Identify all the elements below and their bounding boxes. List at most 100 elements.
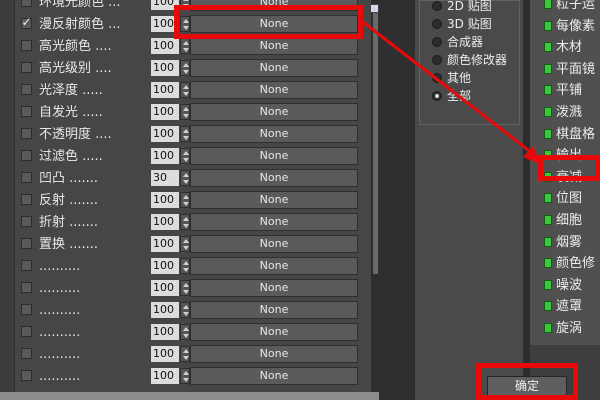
map-amount-field[interactable]: 100 xyxy=(151,302,179,318)
map-enable-checkbox[interactable] xyxy=(21,40,32,51)
amount-spinner[interactable] xyxy=(180,214,190,230)
map-list-item[interactable]: 泼溅 xyxy=(544,104,600,122)
map-list-item[interactable]: 衰减 xyxy=(544,169,600,187)
map-type-icon xyxy=(544,236,552,247)
map-slot-button[interactable]: None xyxy=(190,169,358,187)
amount-spinner[interactable] xyxy=(180,324,190,340)
map-slot-button[interactable]: None xyxy=(190,0,358,11)
map-amount-field[interactable]: 100 xyxy=(151,82,179,98)
map-list-item[interactable]: 颜色修 xyxy=(544,255,600,273)
amount-spinner[interactable] xyxy=(180,0,190,10)
map-slot-button[interactable]: None xyxy=(190,213,358,231)
amount-spinner[interactable] xyxy=(180,170,190,186)
map-slot-button[interactable]: None xyxy=(190,125,358,143)
map-amount-field[interactable]: 100 xyxy=(151,346,179,362)
radio-icon[interactable] xyxy=(432,37,442,47)
map-enable-checkbox[interactable] xyxy=(21,128,32,139)
map-enable-checkbox[interactable] xyxy=(21,370,32,381)
map-amount-field[interactable]: 100 xyxy=(151,16,179,32)
map-list-item[interactable]: 棋盘格 xyxy=(544,126,600,144)
amount-spinner[interactable] xyxy=(180,82,190,98)
ok-button[interactable]: 确定 xyxy=(487,376,567,396)
map-list[interactable]: 粒子运每像素木材平面镜平铺泼溅棋盘格输出衰减位图细胞烟雾颜色修噪波遮罩旋涡 xyxy=(530,0,600,345)
map-enable-checkbox[interactable] xyxy=(21,238,32,249)
radio-icon[interactable] xyxy=(432,73,442,83)
map-slot-button[interactable]: None xyxy=(190,301,358,319)
map-amount-field[interactable]: 100 xyxy=(151,148,179,164)
map-slot-button[interactable]: None xyxy=(190,323,358,341)
map-enable-checkbox[interactable] xyxy=(21,84,32,95)
amount-spinner[interactable] xyxy=(180,126,190,142)
radio-icon[interactable] xyxy=(432,1,442,11)
map-amount-field[interactable]: 100 xyxy=(151,214,179,230)
map-slot-button[interactable]: None xyxy=(190,279,358,297)
map-list-item[interactable]: 每像素 xyxy=(544,18,600,36)
map-amount-field[interactable]: 100 xyxy=(151,324,179,340)
maps-scrollbar-thumb[interactable] xyxy=(373,12,378,274)
amount-spinner[interactable] xyxy=(180,236,190,252)
map-list-item[interactable]: 旋涡 xyxy=(544,320,600,338)
map-amount-field[interactable]: 100 xyxy=(151,280,179,296)
map-amount-field[interactable]: 100 xyxy=(151,0,179,10)
map-enable-checkbox[interactable] xyxy=(21,282,32,293)
map-amount-field[interactable]: 100 xyxy=(151,192,179,208)
map-slot-button[interactable]: None xyxy=(190,15,358,33)
map-enable-checkbox[interactable] xyxy=(21,326,32,337)
map-list-item[interactable]: 输出 xyxy=(544,147,600,165)
map-enable-checkbox[interactable] xyxy=(21,216,32,227)
amount-spinner[interactable] xyxy=(180,16,190,32)
map-slot-button[interactable]: None xyxy=(190,81,358,99)
map-amount-field[interactable]: 100 xyxy=(151,258,179,274)
amount-spinner[interactable] xyxy=(180,60,190,76)
map-enable-checkbox[interactable] xyxy=(21,0,32,7)
radio-icon[interactable] xyxy=(432,19,442,29)
map-list-item[interactable]: 平面镜 xyxy=(544,61,600,79)
amount-spinner[interactable] xyxy=(180,148,190,164)
map-slot-button[interactable]: None xyxy=(190,147,358,165)
map-type-icon xyxy=(544,193,552,204)
map-amount-field[interactable]: 100 xyxy=(151,60,179,76)
map-enable-checkbox[interactable] xyxy=(21,106,32,117)
map-enable-checkbox[interactable] xyxy=(21,150,32,161)
map-list-item[interactable]: 平铺 xyxy=(544,82,600,100)
map-slot-button[interactable]: None xyxy=(190,191,358,209)
map-slot-button[interactable]: None xyxy=(190,235,358,253)
map-enable-checkbox[interactable] xyxy=(21,194,32,205)
map-slot-button[interactable]: None xyxy=(190,345,358,363)
map-amount-field[interactable]: 100 xyxy=(151,38,179,54)
map-enable-checkbox[interactable] xyxy=(21,62,32,73)
map-slot-button[interactable]: None xyxy=(190,257,358,275)
map-slot-button[interactable]: None xyxy=(190,103,358,121)
map-enable-checkbox[interactable] xyxy=(21,172,32,183)
map-list-item[interactable]: 细胞 xyxy=(544,212,600,230)
map-enable-checkbox[interactable] xyxy=(21,348,32,359)
amount-spinner[interactable] xyxy=(180,104,190,120)
scroll-cap-icon[interactable] xyxy=(370,4,379,13)
amount-spinner[interactable] xyxy=(180,280,190,296)
map-amount-field[interactable]: 100 xyxy=(151,368,179,384)
map-amount-field[interactable]: 30 xyxy=(151,170,179,186)
amount-spinner[interactable] xyxy=(180,346,190,362)
map-slot-button[interactable]: None xyxy=(190,37,358,55)
map-enable-checkbox[interactable] xyxy=(21,260,32,271)
radio-icon[interactable] xyxy=(432,55,442,65)
map-enable-checkbox[interactable] xyxy=(21,304,32,315)
map-list-item[interactable]: 遮罩 xyxy=(544,298,600,316)
map-slot-button[interactable]: None xyxy=(190,59,358,77)
map-list-item[interactable]: 烟雾 xyxy=(544,234,600,252)
amount-spinner[interactable] xyxy=(180,38,190,54)
amount-spinner[interactable] xyxy=(180,302,190,318)
map-list-item[interactable]: 粒子运 xyxy=(544,0,600,14)
radio-icon[interactable] xyxy=(432,91,442,101)
map-slot-button[interactable]: None xyxy=(190,367,358,385)
map-list-item[interactable]: 噪波 xyxy=(544,277,600,295)
amount-spinner[interactable] xyxy=(180,258,190,274)
map-amount-field[interactable]: 100 xyxy=(151,236,179,252)
map-list-item[interactable]: 木材 xyxy=(544,39,600,57)
amount-spinner[interactable] xyxy=(180,192,190,208)
map-amount-field[interactable]: 100 xyxy=(151,104,179,120)
map-amount-field[interactable]: 100 xyxy=(151,126,179,142)
map-list-item[interactable]: 位图 xyxy=(544,190,600,208)
amount-spinner[interactable] xyxy=(180,368,190,384)
map-type-label: 颜色修改器 xyxy=(447,53,508,67)
